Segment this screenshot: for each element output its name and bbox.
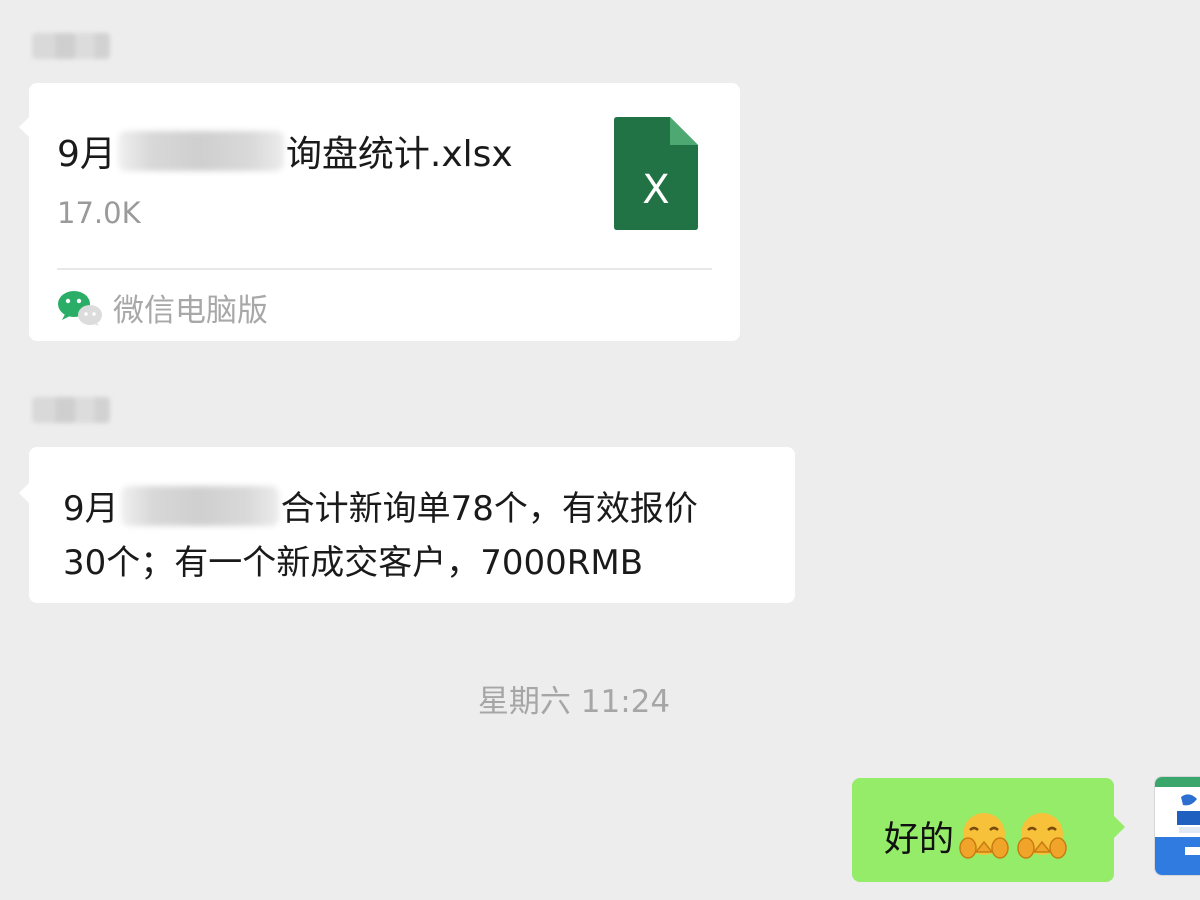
avatar-image <box>1155 777 1200 875</box>
message-line-1-suffix: 合计新询单78个，有效报价 <box>280 489 698 529</box>
redacted-text <box>117 131 284 171</box>
message-timestamp: 星期六 11:24 <box>477 684 671 720</box>
wechat-icon <box>58 290 102 326</box>
outgoing-message-text: 好的 <box>884 808 1070 864</box>
excel-file-icon: X <box>614 117 698 230</box>
pleading-hands-emoji <box>959 813 1009 859</box>
file-name-suffix: 询盘统计.xlsx <box>285 134 513 175</box>
excel-icon-letter: X <box>642 167 669 213</box>
outgoing-message-bubble[interactable]: 好的 <box>852 778 1125 882</box>
my-avatar[interactable] <box>1154 776 1200 876</box>
sender-name-redacted <box>32 397 110 423</box>
card-footer: 微信电脑版 <box>57 285 268 330</box>
message-line-1-prefix: 9月 <box>63 489 119 529</box>
file-name-prefix: 9月 <box>57 134 116 175</box>
file-size: 17.0K <box>57 196 141 230</box>
file-name: 9月 询盘统计.xlsx <box>57 125 513 177</box>
file-message-card[interactable]: 9月 询盘统计.xlsx 17.0K X 微信电脑版 <box>19 83 740 341</box>
source-label: 微信电脑版 <box>113 293 268 329</box>
message-line-2: 30个；有一个新成交客户，7000RMB <box>63 543 644 583</box>
redacted-text <box>120 485 279 526</box>
sender-name-redacted <box>32 33 110 59</box>
card-divider <box>57 268 712 270</box>
reply-text: 好的 <box>884 819 955 860</box>
message-line-1: 9月 合计新询单78个，有效报价 <box>63 481 698 530</box>
text-message-bubble[interactable]: 9月 合计新询单78个，有效报价 30个；有一个新成交客户，7000RMB <box>19 447 795 603</box>
pleading-hands-emoji <box>1017 813 1067 859</box>
chat-window: 9月 询盘统计.xlsx 17.0K X 微信电脑版 9月 合计新询单78个，有… <box>0 0 1200 900</box>
